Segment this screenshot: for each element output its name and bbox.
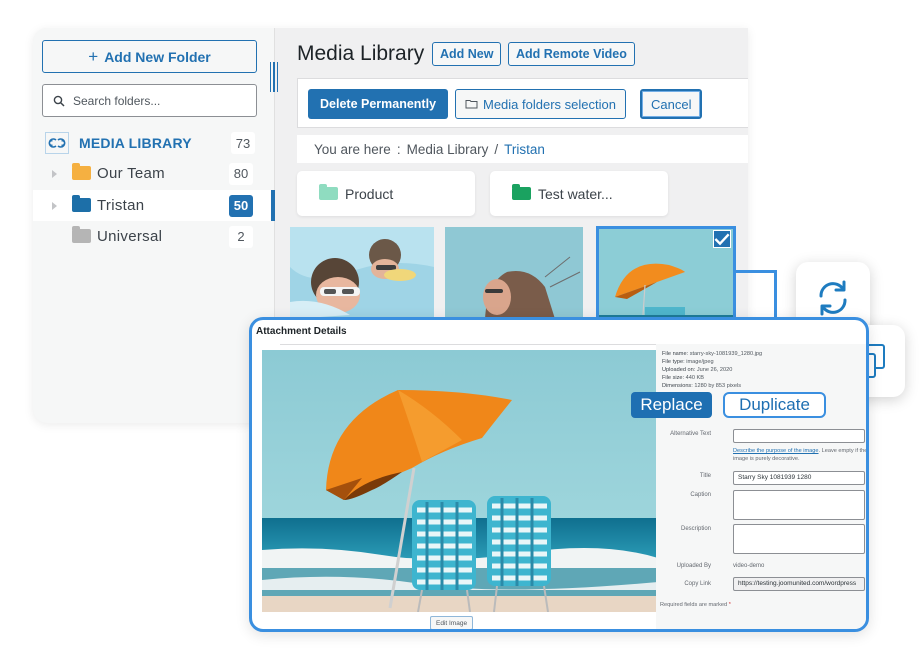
required-fields-note: Required fields are marked * [660, 602, 731, 608]
caption-textarea[interactable] [733, 490, 865, 520]
uploaded-by-label: Uploaded By [676, 563, 711, 569]
tree-item-label: Our Team [97, 165, 165, 182]
connector-line [736, 270, 776, 273]
tree-item-our-team[interactable]: Our Team 80 [33, 158, 275, 189]
tree-root-label: MEDIA LIBRARY [79, 135, 192, 151]
alt-text-label: Alternative Text [670, 431, 711, 437]
folder-sidebar: + Add New Folder MEDIA LIBRARY 73 Our Te… [33, 28, 275, 423]
add-new-folder-label: Add New Folder [104, 48, 211, 65]
media-thumbnail-woman-portrait[interactable] [445, 227, 583, 319]
attachment-preview-image [262, 350, 658, 612]
tree-item-universal[interactable]: Universal 2 [33, 221, 275, 252]
title-label: Title [699, 473, 711, 479]
breadcrumb-prefix: You are here [314, 141, 391, 157]
folder-icon [512, 184, 531, 200]
attachment-details-modal: Attachment Details Edit Image File name:… [249, 317, 869, 632]
copy-link-label: Copy Link [684, 581, 711, 587]
cancel-button[interactable]: Cancel [640, 89, 703, 119]
meta-label: File size: [662, 375, 685, 381]
description-label: Description [680, 526, 711, 532]
copy-link-input[interactable]: https://testing.joomunited.com/wordpress [733, 577, 865, 591]
caption-label: Caption [690, 492, 711, 498]
breadcrumb-separator: : [396, 141, 401, 157]
required-text: Required fields are marked [660, 602, 728, 608]
kids-swimming-image [290, 227, 434, 319]
search-icon [53, 95, 65, 107]
subfolder-label: Test water... [538, 185, 613, 202]
delete-permanently-button[interactable]: Delete Permanently [308, 89, 449, 119]
attachment-sidebar: File name: starry-sky-1081939_1280.jpg F… [656, 344, 866, 629]
meta-filename: starry-sky-1081939_1280.jpg [689, 351, 763, 357]
media-folders-selection-button[interactable]: Media folders selection [455, 89, 626, 119]
meta-uploaded: June 26, 2020 [696, 367, 733, 373]
add-new-button[interactable]: Add New [432, 42, 502, 66]
subfolder-label: Product [345, 185, 394, 202]
tree-root-count: 73 [231, 132, 255, 154]
meta-filesize: 440 KB [685, 375, 704, 381]
folder-icon [72, 163, 91, 180]
breadcrumb: You are here : Media Library / Tristan [297, 135, 748, 163]
tree-item-count: 80 [229, 162, 253, 185]
file-metadata: File name: starry-sky-1081939_1280.jpg F… [662, 350, 762, 390]
plus-icon: + [88, 46, 99, 66]
title-input[interactable]: Starry Sky 1081939 1280 [733, 471, 865, 485]
subfolder-card-test-water[interactable]: Test water... [490, 171, 668, 216]
uploaded-by-value: video-demo [733, 563, 765, 569]
folder-icon [72, 226, 91, 243]
duplicate-button[interactable]: Duplicate [723, 392, 826, 418]
meta-dimensions: 1280 by 853 pixels [694, 383, 741, 389]
meta-filetype: image/jpeg [686, 359, 714, 365]
expand-arrow-icon[interactable] [52, 169, 57, 178]
checkmark-icon [714, 233, 730, 246]
search-folders-input[interactable] [73, 93, 243, 108]
description-textarea[interactable] [733, 524, 865, 554]
bulk-toolbar: Delete Permanently Media folders selecti… [297, 78, 748, 128]
add-remote-video-button[interactable]: Add Remote Video [508, 42, 635, 66]
meta-label: File name: [662, 351, 689, 357]
tree-item-label: Universal [97, 228, 163, 245]
breadcrumb-item-media-library[interactable]: Media Library [407, 142, 489, 157]
selected-checkbox[interactable] [713, 230, 731, 248]
add-new-folder-button[interactable]: + Add New Folder [42, 40, 257, 73]
alt-text-help-link[interactable]: Describe the purpose of the image [733, 448, 819, 454]
beach-umbrella-chairs-image [262, 350, 658, 612]
alt-text-input[interactable] [733, 429, 865, 443]
attachment-details-title: Attachment Details [256, 326, 347, 337]
replace-button[interactable]: Replace [631, 392, 712, 418]
breadcrumb-item-tristan[interactable]: Tristan [504, 142, 545, 157]
folder-outline-icon [465, 100, 478, 109]
edit-image-button[interactable]: Edit Image [430, 616, 474, 629]
search-folders-field[interactable] [42, 84, 257, 117]
tree-root-media-library[interactable]: MEDIA LIBRARY 73 [45, 131, 255, 155]
meta-label: Dimensions: [662, 383, 693, 389]
alt-text-help: Describe the purpose of the image. Leave… [733, 448, 866, 463]
media-library-logo-icon [45, 132, 69, 154]
page-title: Media Library [297, 42, 425, 65]
woman-portrait-image [445, 227, 583, 319]
refresh-icon [819, 280, 847, 316]
subfolder-card-product[interactable]: Product [297, 171, 475, 216]
tree-item-count: 2 [229, 225, 253, 248]
tree-item-count: 50 [229, 194, 253, 217]
media-thumbnail-kids-swimming[interactable] [290, 227, 434, 319]
folder-icon [319, 184, 338, 200]
folder-icon [72, 195, 91, 212]
meta-label: File type: [662, 359, 685, 365]
expand-arrow-icon[interactable] [52, 201, 57, 210]
media-folders-selection-label: Media folders selection [483, 96, 616, 112]
required-star: * [728, 602, 731, 608]
meta-label: Uploaded on: [662, 367, 696, 373]
media-thumbnail-beach-umbrella[interactable] [596, 226, 736, 320]
tree-item-tristan[interactable]: Tristan 50 [33, 190, 275, 221]
tree-item-label: Tristan [97, 197, 145, 214]
breadcrumb-divider: / [494, 141, 499, 157]
